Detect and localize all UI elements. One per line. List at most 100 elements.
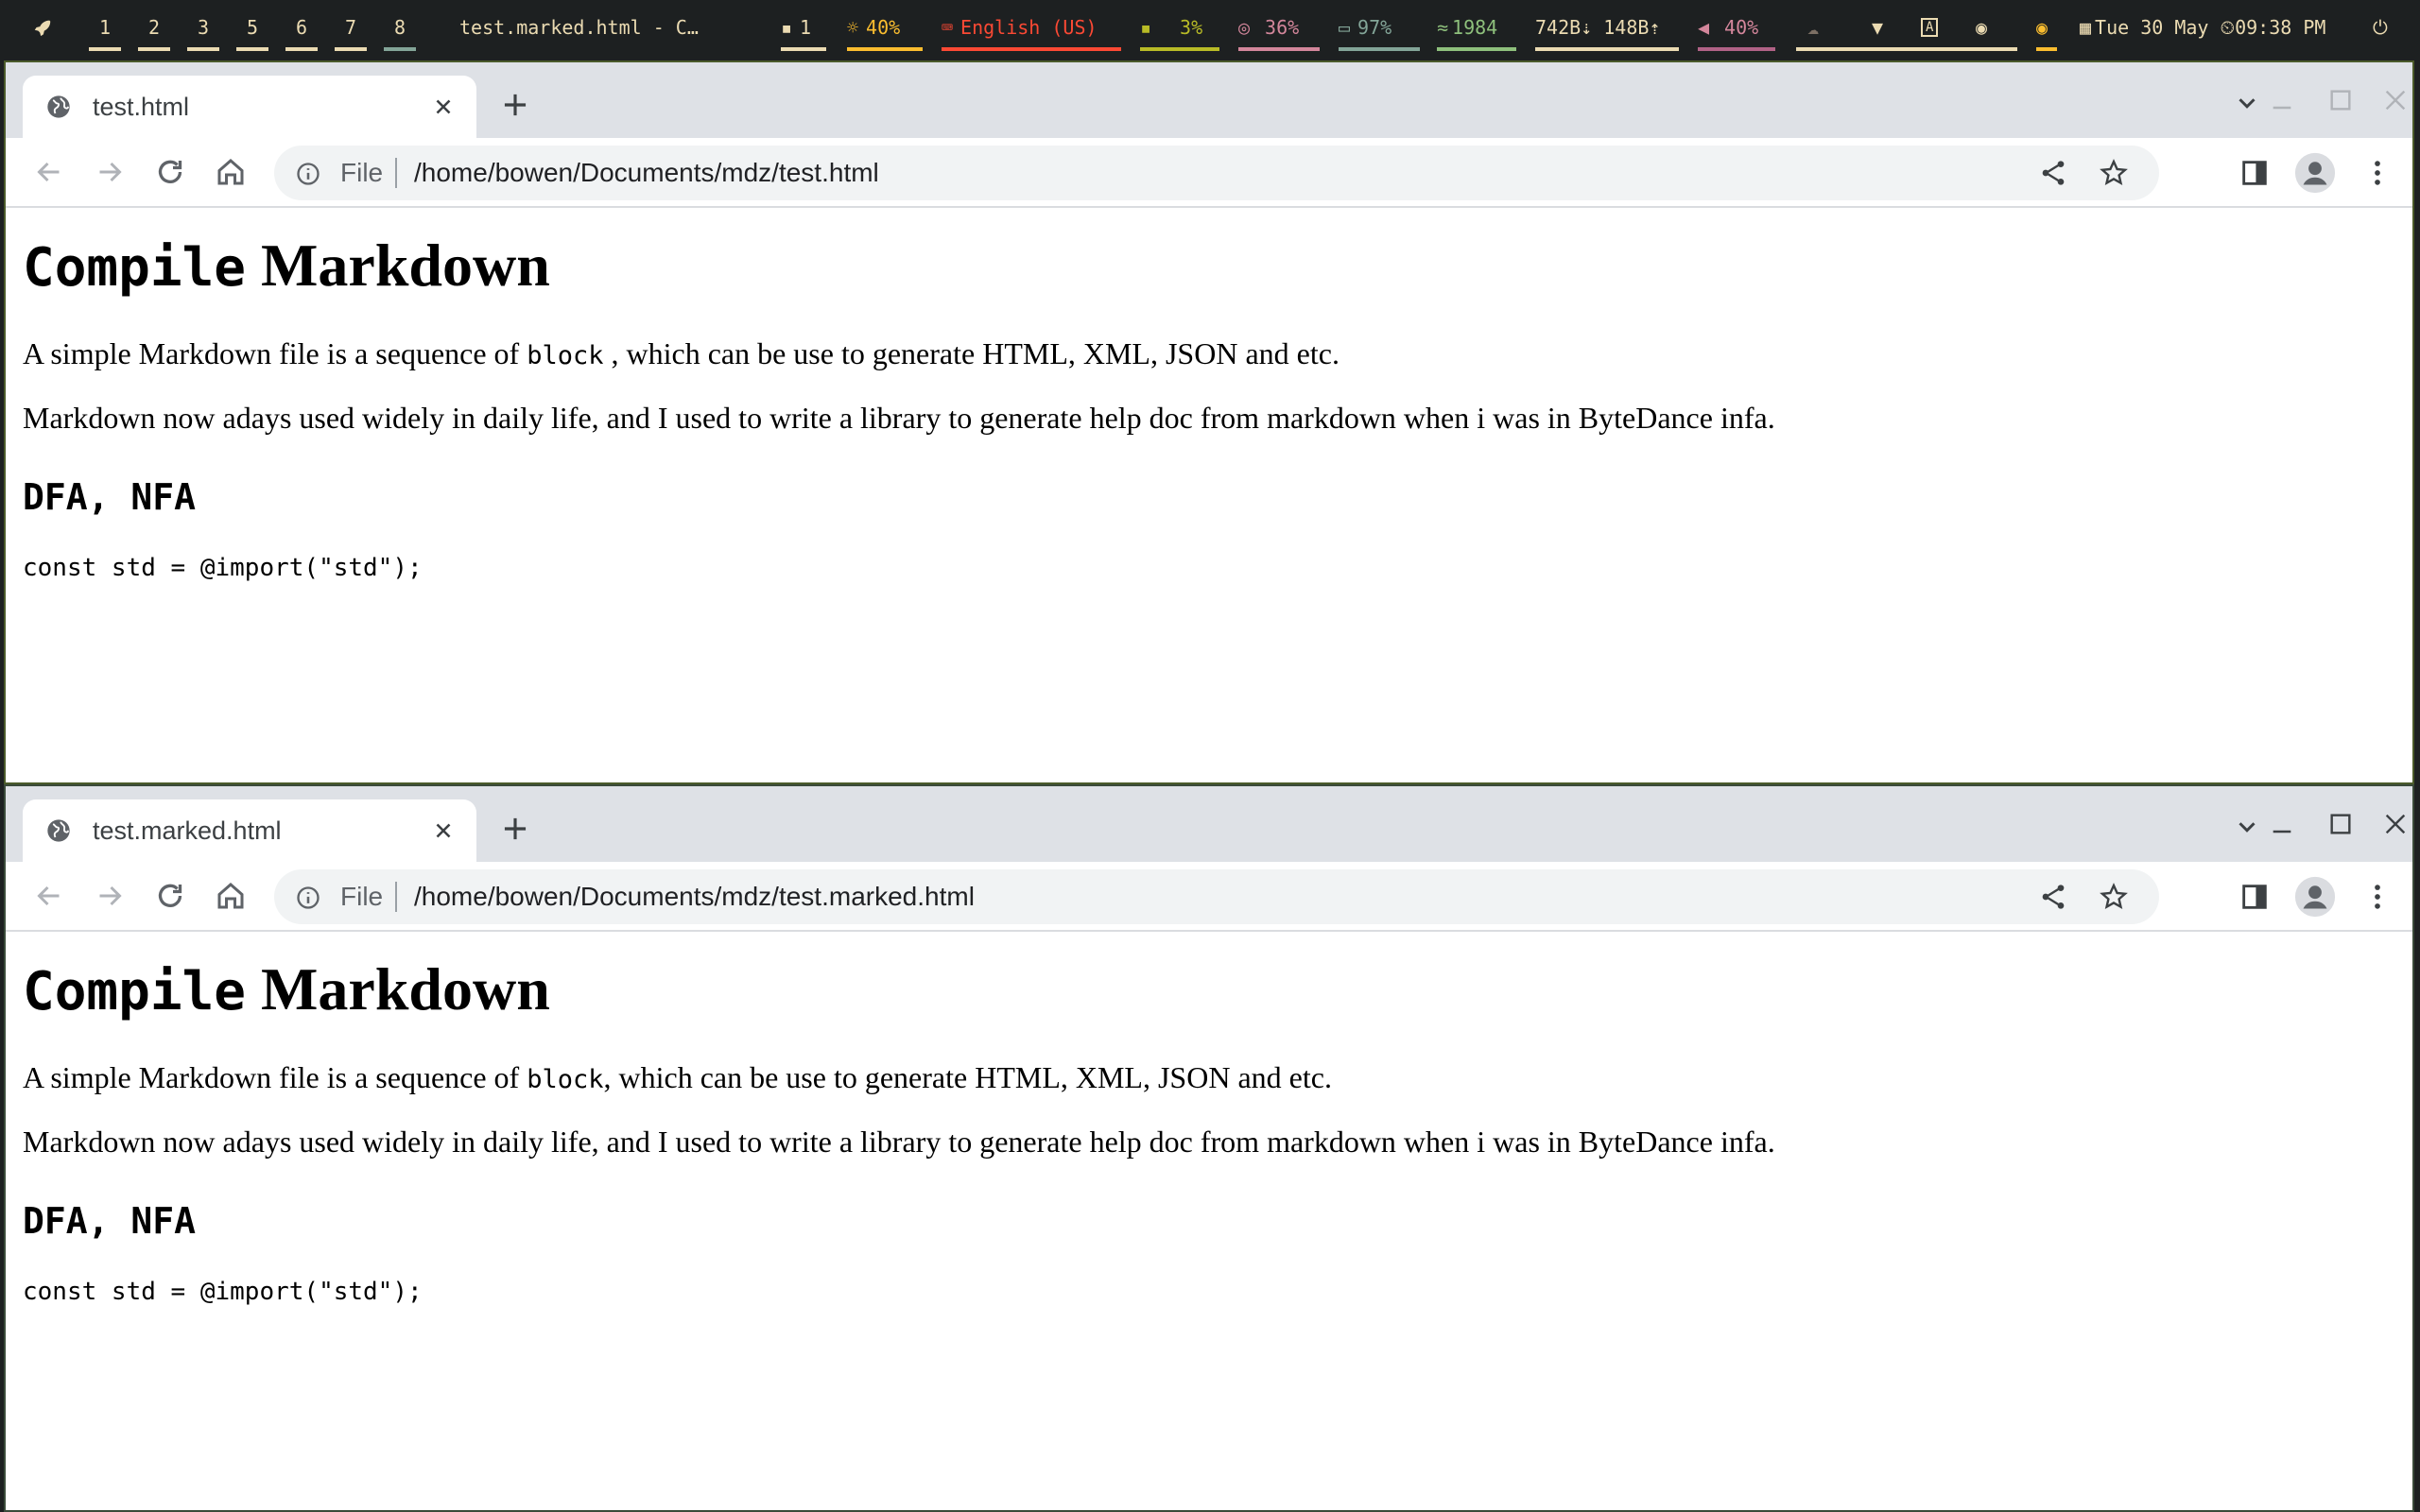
browser-toolbar: File /home/bowen/Documents/mdz/test.mark… xyxy=(6,862,2412,932)
paragraph-text: , which can be use to generate HTML, XML… xyxy=(603,336,1340,370)
share-icon[interactable] xyxy=(2038,882,2068,912)
side-panel-icon[interactable] xyxy=(2238,157,2271,189)
network-value: 742B⇣ 148B⇡ xyxy=(1535,16,1661,39)
memory-icon: ◎ xyxy=(1238,16,1251,39)
back-arrow-icon[interactable] xyxy=(32,879,66,913)
vpn-shield-icon[interactable]: ▼ xyxy=(1872,16,1883,39)
battery-icon: ▭ xyxy=(1339,16,1351,39)
calendar-icon: ▦ xyxy=(2080,16,2092,39)
launcher-button[interactable] xyxy=(32,0,57,55)
bookmark-star-icon[interactable] xyxy=(2099,882,2129,912)
url-text[interactable]: /home/bowen/Documents/mdz/test.html xyxy=(414,158,879,188)
workspace-label: 1 xyxy=(98,16,112,39)
maximize-icon[interactable] xyxy=(2325,85,2356,115)
workspace-label: 7 xyxy=(344,16,357,39)
code-block: const std = @import("std"); xyxy=(23,1278,423,1306)
new-tab-plus-icon[interactable] xyxy=(497,87,533,123)
info-icon[interactable] xyxy=(295,161,321,187)
address-bar[interactable]: File /home/bowen/Documents/mdz/test.mark… xyxy=(274,869,2159,924)
chevron-down-icon[interactable] xyxy=(2233,89,2261,117)
brightness-icon: ☼ xyxy=(847,16,859,39)
workspace-2[interactable]: 2 xyxy=(138,0,170,55)
workspace-5[interactable]: 5 xyxy=(236,0,268,55)
title-rest: Markdown xyxy=(246,232,550,299)
back-arrow-icon[interactable] xyxy=(32,155,66,189)
info-icon[interactable] xyxy=(295,885,321,911)
input-method-icon[interactable]: A xyxy=(1921,18,1939,37)
browser-window-test-html: test.html File /home/bowen/Documents/mdz… xyxy=(4,60,2414,784)
tab-strip: test.marked.html xyxy=(6,786,2412,862)
browser-toolbar: File /home/bowen/Documents/mdz/test.html xyxy=(6,138,2412,208)
wifi-module[interactable]: ≈1984 xyxy=(1437,0,1516,55)
workspace-3[interactable]: 3 xyxy=(187,0,219,55)
profile-avatar-icon[interactable] xyxy=(2293,151,2337,195)
workspace-6[interactable]: 6 xyxy=(285,0,318,55)
clock-module[interactable]: ▦ Tue 30 May ⏲09:38 PM xyxy=(2080,0,2354,55)
forward-arrow-icon[interactable] xyxy=(93,879,127,913)
workspace-7[interactable]: 7 xyxy=(335,0,367,55)
workspace-label: 5 xyxy=(246,16,259,39)
page-title: Compile Markdown xyxy=(23,231,550,301)
reload-icon[interactable] xyxy=(153,879,187,913)
memory-value: 36% xyxy=(1265,16,1300,39)
page-content: Compile Markdown A simple Markdown file … xyxy=(6,208,2412,782)
workspace-8[interactable]: 8 xyxy=(384,0,416,55)
browser-window-test-marked-html: test.marked.html File /home/bowen/Docume… xyxy=(4,784,2414,1512)
home-icon[interactable] xyxy=(214,155,248,189)
inline-code: block xyxy=(527,341,604,370)
clipboard-module[interactable]: ▪ 1 xyxy=(781,0,826,55)
brightness-module[interactable]: ☼ 40% xyxy=(847,0,923,55)
address-bar[interactable]: File /home/bowen/Documents/mdz/test.html xyxy=(274,146,2159,200)
bookmark-star-icon[interactable] xyxy=(2099,158,2129,188)
globe-icon xyxy=(45,94,72,120)
cloud-icon[interactable]: ☁ xyxy=(1807,16,1819,39)
close-tab-icon[interactable] xyxy=(431,94,456,119)
chevron-down-icon[interactable] xyxy=(2233,813,2261,841)
inline-code: block xyxy=(527,1065,604,1094)
idle-inhibitor[interactable]: ◉ xyxy=(2036,0,2057,55)
keyboard-layout-module[interactable]: ⌨ English (US) xyxy=(942,0,1121,55)
volume-module[interactable]: ◀ 40% xyxy=(1698,0,1775,55)
memory-module[interactable]: ◎ 36% xyxy=(1238,0,1320,55)
tab-test-html[interactable]: test.html xyxy=(23,76,476,138)
home-icon[interactable] xyxy=(214,879,248,913)
workspace-1[interactable]: 1 xyxy=(89,0,121,55)
new-tab-plus-icon[interactable] xyxy=(497,811,533,847)
side-panel-icon[interactable] xyxy=(2238,881,2271,913)
clipboard-count: 1 xyxy=(800,16,812,39)
network-module[interactable]: 742B⇣ 148B⇡ xyxy=(1535,0,1679,55)
battery-module[interactable]: ▭ 97% xyxy=(1339,0,1420,55)
cpu-module[interactable]: ▪ 3% xyxy=(1140,0,1219,55)
paragraph-text: , which can be use to generate HTML, XML… xyxy=(603,1060,1332,1094)
reload-icon[interactable] xyxy=(153,155,187,189)
title-mono-part: Compile xyxy=(23,237,247,299)
menu-kebab-icon[interactable] xyxy=(2361,157,2394,189)
rocket-icon xyxy=(32,17,53,38)
status-bar: 1 2 3 5 6 7 8 test.marked.html - C… ▪ 1 ☼… xyxy=(0,0,2420,55)
close-window-icon[interactable] xyxy=(2380,809,2411,839)
profile-avatar-icon[interactable] xyxy=(2293,875,2337,919)
ai-assistant-icon[interactable]: ◉ xyxy=(1976,16,1987,39)
forward-arrow-icon[interactable] xyxy=(93,155,127,189)
close-tab-icon[interactable] xyxy=(431,818,456,843)
wifi-value: 1984 xyxy=(1452,16,1498,39)
share-icon[interactable] xyxy=(2038,158,2068,188)
eye-icon: ◉ xyxy=(2036,16,2048,39)
power-button[interactable]: ⏻ xyxy=(2373,0,2395,55)
paragraph-1: A simple Markdown file is a sequence of … xyxy=(23,1060,1332,1095)
scheme-label: File xyxy=(340,882,384,911)
tab-test-marked-html[interactable]: test.marked.html xyxy=(23,799,476,862)
maximize-icon[interactable] xyxy=(2325,809,2356,839)
minimize-icon[interactable] xyxy=(2267,809,2297,839)
close-window-icon[interactable] xyxy=(2380,85,2411,115)
paragraph-text: A simple Markdown file is a sequence of xyxy=(23,1060,527,1094)
tab-title: test.html xyxy=(93,92,190,121)
window-title: test.marked.html - C… xyxy=(459,0,699,55)
menu-kebab-icon[interactable] xyxy=(2361,881,2394,913)
paragraph-text: A simple Markdown file is a sequence of xyxy=(23,336,527,370)
wifi-icon: ≈ xyxy=(1437,16,1449,39)
tray: ☁ ▼ A ◉ xyxy=(1796,0,2017,55)
datetime-value: Tue 30 May ⏲09:38 PM xyxy=(2095,16,2326,39)
minimize-icon[interactable] xyxy=(2267,85,2297,115)
url-text[interactable]: /home/bowen/Documents/mdz/test.marked.ht… xyxy=(414,882,975,912)
